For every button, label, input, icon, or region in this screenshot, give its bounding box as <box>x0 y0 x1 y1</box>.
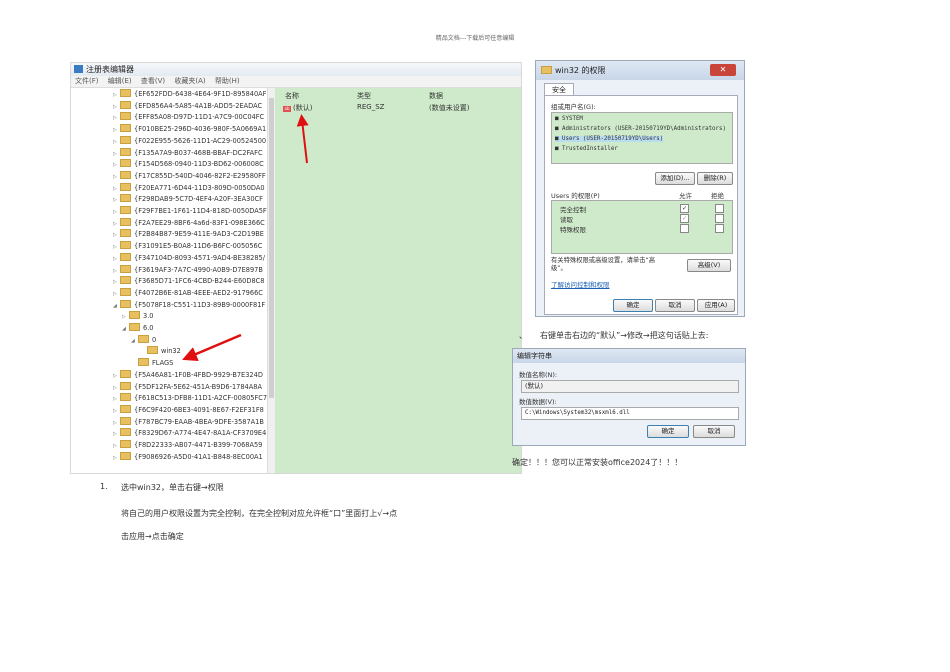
value-data-input[interactable]: C:\Windows\System32\msxml6.dll <box>521 407 739 420</box>
special-deny-checkbox[interactable] <box>715 224 724 233</box>
cancel-button[interactable]: 取消 <box>655 299 695 312</box>
group-label: 组或用户名(G): <box>551 103 596 111</box>
annotation-arrows <box>182 114 309 361</box>
learn-permissions-link[interactable]: 了解访问控制和权限 <box>551 279 610 289</box>
perm-special: 特殊权限 <box>560 226 586 234</box>
full-control-allow-checkbox[interactable]: ✓ <box>680 204 689 213</box>
remove-button[interactable]: 删除(R) <box>697 172 733 185</box>
edit-cancel-button[interactable]: 取消 <box>693 425 735 438</box>
value-name-field: (默认) <box>521 380 739 393</box>
edit-string-titlebar: 编辑字符串 <box>513 349 745 363</box>
arrow-to-win32 <box>182 333 242 361</box>
full-control-deny-checkbox[interactable] <box>715 204 724 213</box>
permissions-dialog: win32 的权限 ✕ 安全 组或用户名(G): ■ SYSTEM ■ Admi… <box>535 60 745 317</box>
perm-full-control: 完全控制 <box>560 206 586 214</box>
step-marker: 、 <box>519 331 527 340</box>
edit-string-title: 编辑字符串 <box>517 352 552 360</box>
user-item-trustedinstaller[interactable]: ■ TrustedInstaller <box>555 146 618 152</box>
ok-button[interactable]: 确定 <box>613 299 653 312</box>
permission-list: 完全控制 ✓ 读取 ✓ 特殊权限 <box>551 200 733 254</box>
final-note: 确定！！！您可以正常安装office2024了！！！ <box>512 458 683 467</box>
close-icon[interactable]: ✕ <box>710 64 736 76</box>
permissions-for-label: Users 的权限(P) <box>551 192 600 200</box>
read-deny-checkbox[interactable] <box>715 214 724 223</box>
permissions-title: win32 的权限 <box>555 66 606 75</box>
value-data-label: 数值数据(V): <box>519 398 557 406</box>
special-allow-checkbox[interactable] <box>680 224 689 233</box>
apply-button[interactable]: 应用(A) <box>697 299 735 312</box>
folder-icon <box>541 66 552 74</box>
edit-ok-button[interactable]: 确定 <box>647 425 689 438</box>
user-item-users[interactable]: ■ Users (USER-20150719YD\Users) <box>555 136 664 142</box>
deny-header: 拒绝 <box>711 192 724 200</box>
value-name-label: 数值名称(N): <box>519 371 558 379</box>
registry-editor-window: 注册表编辑器 文件(F) 编辑(E) 查看(V) 收藏夹(A) 帮助(H) ▷{… <box>70 62 522 474</box>
step-right-click-text: 右键单击右边的“默认”→修改→把这句话贴上去: <box>540 331 709 340</box>
edit-string-dialog: 编辑字符串 数值名称(N): (默认) 数值数据(V): C:\Windows\… <box>512 348 746 446</box>
perm-read: 读取 <box>560 216 573 224</box>
permissions-titlebar: win32 的权限 ✕ <box>536 61 744 80</box>
step-select-win32: 选中win32，单击右键→权限 <box>121 483 224 492</box>
step-apply-confirm: 击应用→点击确定 <box>121 532 184 541</box>
advanced-button[interactable]: 高级(V) <box>687 259 731 272</box>
user-list[interactable]: ■ SYSTEM ■ Administrators (USER-20150719… <box>551 112 733 164</box>
read-allow-checkbox[interactable]: ✓ <box>680 214 689 223</box>
user-item-administrators[interactable]: ■ Administrators (USER-20150719YD\Admini… <box>555 126 726 132</box>
add-button[interactable]: 添加(D)... <box>655 172 695 185</box>
advanced-note: 有关特殊权限或高级设置，请单击“高级”。 <box>551 257 656 272</box>
allow-header: 允许 <box>679 192 692 200</box>
page-header: 精品文档---下载后可任意编辑 <box>435 35 515 42</box>
step-set-full-control: 将自己的用户权限设置为完全控制，在完全控制对应允许框“口”里面打上√→点 <box>121 509 398 518</box>
arrow-to-default-value <box>296 114 309 164</box>
step-number: 1. <box>100 482 108 491</box>
security-pane: 组或用户名(G): ■ SYSTEM ■ Administrators (USE… <box>544 95 738 315</box>
user-item-system[interactable]: ■ SYSTEM <box>555 116 583 122</box>
